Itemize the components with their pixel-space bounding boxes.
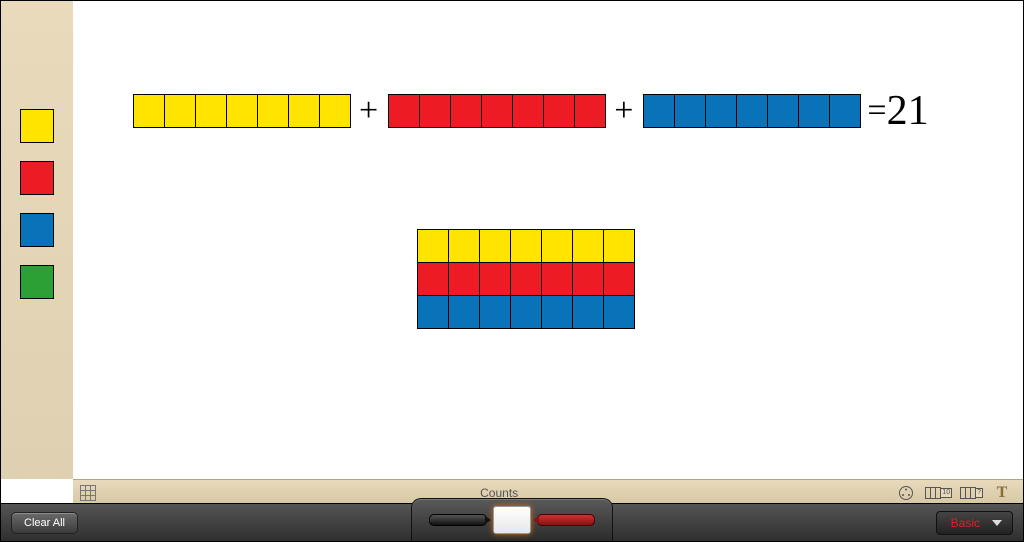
- unit-cell: [450, 94, 482, 128]
- unit-cell: [705, 94, 737, 128]
- unit-cell: [736, 94, 768, 128]
- unit-cell: [510, 262, 542, 296]
- unit-cell: [164, 94, 196, 128]
- count-strip-icon[interactable]: 10: [925, 485, 952, 501]
- unit-cell: [603, 229, 635, 263]
- unit-cell: [481, 94, 513, 128]
- palette-swatch-red[interactable]: [20, 161, 54, 195]
- unit-cell: [479, 262, 511, 296]
- plus-sign: +: [359, 92, 378, 130]
- whiteboard-canvas[interactable]: + + =21: [73, 1, 1023, 479]
- unit-cell: [512, 94, 544, 128]
- unit-cell: [448, 295, 480, 329]
- share-icon[interactable]: [895, 485, 917, 501]
- plus-sign: +: [614, 92, 633, 130]
- unit-cell: [572, 229, 604, 263]
- pen-tray: [411, 498, 613, 541]
- equals-sign: =: [867, 92, 886, 130]
- unit-cell: [448, 262, 480, 296]
- unit-cell: [417, 229, 449, 263]
- unit-cell: [674, 94, 706, 128]
- unit-cell: [388, 94, 420, 128]
- stack-strip-0[interactable]: [417, 229, 635, 263]
- unit-cell: [798, 94, 830, 128]
- unit-cell: [543, 94, 575, 128]
- unit-cell: [417, 295, 449, 329]
- unit-cell: [479, 295, 511, 329]
- palette-sidebar: [1, 1, 74, 479]
- unit-cell: [510, 229, 542, 263]
- red-pen[interactable]: [537, 514, 595, 526]
- unit-cell: [510, 295, 542, 329]
- unit-cell: [574, 94, 606, 128]
- grid-icon[interactable]: [80, 485, 96, 501]
- stack-strip-2[interactable]: [417, 295, 635, 329]
- unit-cell: [541, 295, 573, 329]
- unit-cell: [288, 94, 320, 128]
- unit-cell: [767, 94, 799, 128]
- unit-cell: [419, 94, 451, 128]
- unit-cell: [541, 229, 573, 263]
- eraser-tool[interactable]: [493, 506, 531, 534]
- unit-cell: [603, 262, 635, 296]
- clear-all-button[interactable]: Clear All: [11, 512, 78, 534]
- mode-label: Basic: [951, 516, 980, 530]
- stack-strip-1[interactable]: [417, 262, 635, 296]
- unit-cell: [572, 295, 604, 329]
- unit-cell: [479, 229, 511, 263]
- unit-cell: [226, 94, 258, 128]
- equation-result: 21: [887, 87, 929, 135]
- unit-cell: [417, 262, 449, 296]
- equation-strip-0[interactable]: [133, 94, 351, 128]
- app-window: ++=21 Counts 10 ? T Clear All Basic: [0, 0, 1024, 542]
- unit-cell: [133, 94, 165, 128]
- chevron-down-icon: [992, 520, 1002, 526]
- equation-strip-1[interactable]: [388, 94, 606, 128]
- unit-cell: [541, 262, 573, 296]
- status-right-tools: 10 ? T: [895, 485, 1023, 501]
- unit-cell: [603, 295, 635, 329]
- unit-cell: [195, 94, 227, 128]
- palette-swatch-yellow[interactable]: [20, 109, 54, 143]
- unit-cell: [643, 94, 675, 128]
- equation-row: + + =21: [133, 87, 929, 135]
- stacked-strips[interactable]: [417, 229, 635, 329]
- question-strip-icon[interactable]: ?: [960, 485, 983, 501]
- black-pen[interactable]: [429, 514, 487, 526]
- unit-cell: [448, 229, 480, 263]
- unit-cell: [829, 94, 861, 128]
- palette-swatch-blue[interactable]: [20, 213, 54, 247]
- palette-swatch-green[interactable]: [20, 265, 54, 299]
- equation-strip-2[interactable]: [643, 94, 861, 128]
- unit-cell: [319, 94, 351, 128]
- mode-selector[interactable]: Basic: [936, 511, 1013, 535]
- unit-cell: [257, 94, 289, 128]
- text-tool-icon[interactable]: T: [991, 485, 1013, 501]
- unit-cell: [572, 262, 604, 296]
